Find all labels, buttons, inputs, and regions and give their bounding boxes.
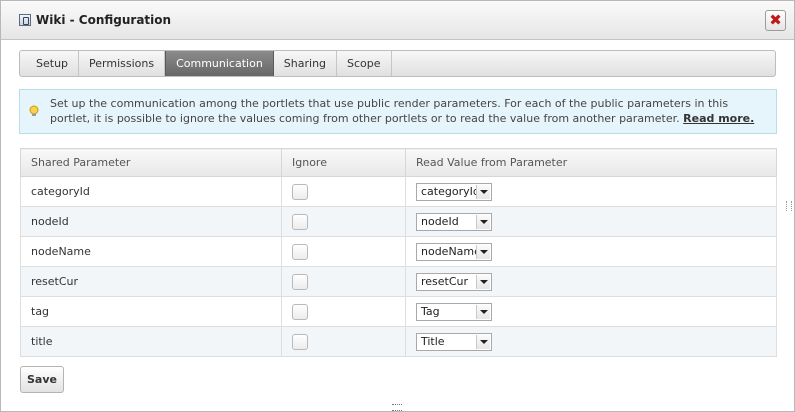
save-button[interactable]: Save xyxy=(20,366,64,393)
chevron-down-icon xyxy=(476,184,490,199)
select-value: Tag xyxy=(421,304,440,318)
header-shared-parameter: Shared Parameter xyxy=(20,148,282,177)
dialog-titlebar[interactable]: Wiki - Configuration ✖ xyxy=(1,1,794,40)
tab-setup[interactable]: Setup xyxy=(20,51,80,76)
ignore-checkbox[interactable] xyxy=(292,273,308,290)
dialog-title: Wiki - Configuration xyxy=(36,13,172,27)
tab-sharing[interactable]: Sharing xyxy=(274,51,338,76)
read-value-select[interactable]: nodeName xyxy=(416,242,492,261)
parameter-name: title xyxy=(20,326,282,357)
ignore-checkbox[interactable] xyxy=(292,243,308,260)
read-value-select[interactable]: resetCur xyxy=(416,272,492,291)
read-value-select[interactable]: categoryId xyxy=(416,182,492,201)
chevron-down-icon xyxy=(476,304,490,319)
table-row: categoryId categoryId xyxy=(20,176,777,207)
close-button[interactable]: ✖ xyxy=(765,10,786,31)
parameter-name: categoryId xyxy=(20,176,282,207)
table-row: nodeId nodeId xyxy=(20,206,777,237)
chevron-down-icon xyxy=(476,274,490,289)
tab-scope[interactable]: Scope xyxy=(337,51,392,76)
tab-communication[interactable]: Communication xyxy=(165,51,274,76)
portlet-icon xyxy=(19,14,31,26)
header-read-value: Read Value from Parameter xyxy=(405,148,777,177)
parameters-table: Shared Parameter Ignore Read Value from … xyxy=(20,148,777,357)
chevron-down-icon xyxy=(476,334,490,349)
chevron-down-icon xyxy=(476,244,490,259)
lightbulb-icon xyxy=(29,105,39,116)
parameter-name: nodeName xyxy=(20,236,282,267)
select-value: Title xyxy=(421,334,445,348)
side-resize-grip-icon[interactable] xyxy=(786,201,792,211)
tab-bar: Setup Permissions Communication Sharing … xyxy=(19,50,776,77)
info-message: Set up the communication among the portl… xyxy=(19,89,777,134)
parameter-name: nodeId xyxy=(20,206,282,237)
table-row: title Title xyxy=(20,326,777,357)
select-value: nodeId xyxy=(421,214,459,228)
read-more-link[interactable]: Read more. xyxy=(683,112,754,125)
configuration-dialog: Wiki - Configuration ✖ Setup Permissions… xyxy=(0,0,795,412)
table-row: tag Tag xyxy=(20,296,777,327)
parameter-name: tag xyxy=(20,296,282,327)
info-text: Set up the communication among the portl… xyxy=(50,97,729,125)
table-row: resetCur resetCur xyxy=(20,266,777,297)
tab-permissions[interactable]: Permissions xyxy=(79,51,166,76)
ignore-checkbox[interactable] xyxy=(292,303,308,320)
header-ignore: Ignore xyxy=(281,148,406,177)
resize-grip-icon[interactable] xyxy=(392,404,402,411)
ignore-checkbox[interactable] xyxy=(292,333,308,350)
table-row: nodeName nodeName xyxy=(20,236,777,267)
chevron-down-icon xyxy=(476,214,490,229)
ignore-checkbox[interactable] xyxy=(292,213,308,230)
select-value: categoryId xyxy=(421,184,480,198)
select-value: nodeName xyxy=(421,244,481,258)
select-value: resetCur xyxy=(421,274,469,288)
parameter-name: resetCur xyxy=(20,266,282,297)
read-value-select[interactable]: Title xyxy=(416,332,492,351)
read-value-select[interactable]: nodeId xyxy=(416,212,492,231)
read-value-select[interactable]: Tag xyxy=(416,302,492,321)
ignore-checkbox[interactable] xyxy=(292,183,308,200)
